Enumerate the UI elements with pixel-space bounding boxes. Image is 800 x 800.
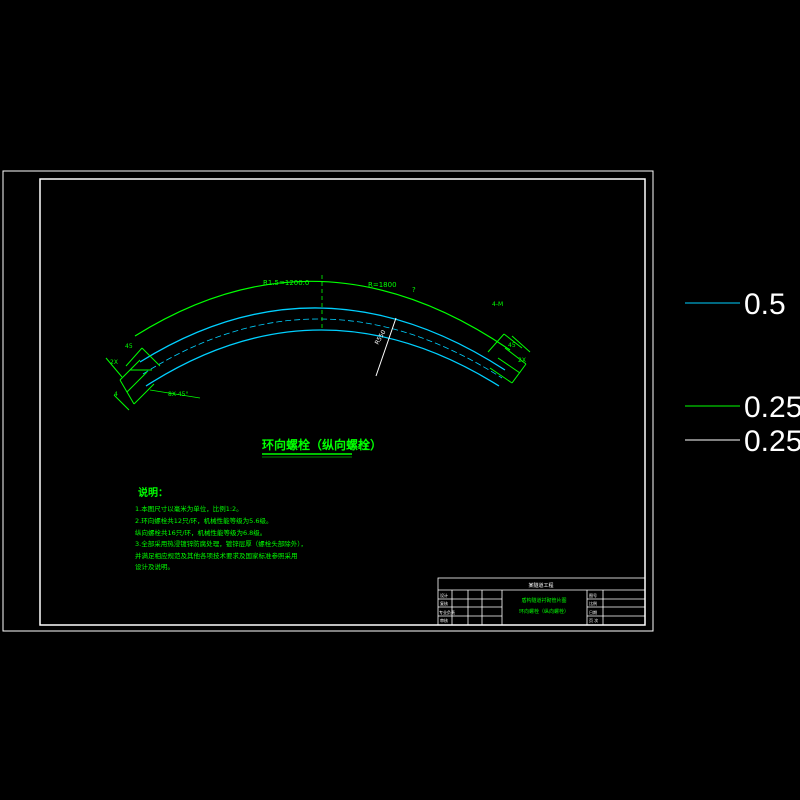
title-block-right-label-3: 日期 xyxy=(589,609,597,615)
title-block-drawing-title-2: 环向螺栓（纵向螺栓） xyxy=(519,608,569,615)
dim-top-left: R1.5=1200.0 xyxy=(263,279,309,287)
notes-line-6: 设计及说明。 xyxy=(135,562,174,571)
notes-block: 说明： 1.本图尺寸以毫米为单位，比例1:2。 2.环向螺栓共12只/环，机械性… xyxy=(135,486,307,571)
dim-right-mid: 2X xyxy=(518,357,526,364)
title-block-row-label-1: 设计 xyxy=(440,592,448,598)
dim-left-angle: 8X 45° xyxy=(168,391,188,398)
drawing-title-group: 环向螺栓（纵向螺栓） 1:2 xyxy=(262,437,382,458)
bolt-body-upper xyxy=(139,307,506,371)
title-block-row-label-3: 专业负责 xyxy=(439,609,455,615)
left-thread-end xyxy=(105,347,161,411)
title-block-texts: 某隧道工程 盾构隧道衬砌管片图 环向螺栓（纵向螺栓） 设计 复核 专业负责 审核… xyxy=(439,582,598,623)
notes-heading: 说明： xyxy=(138,486,168,499)
bolt-center-line xyxy=(142,318,503,379)
dim-left-45a: 45 xyxy=(125,343,133,350)
bolt-outer-arc xyxy=(134,280,511,351)
dim-left-end: 4 xyxy=(114,391,118,398)
cad-drawing-canvas: R1.5=1200.0 R=1800 ? 4-M 45 2X 4 8X 45° … xyxy=(2,170,800,632)
dim-right-mark: 4-M xyxy=(492,301,503,308)
bolt-body-lower xyxy=(145,329,500,387)
dim-left-mid: 2X xyxy=(110,359,118,366)
legend-label-0-25-white: 0.25 xyxy=(744,425,800,458)
line-weight-legend: 0.5 0.25 0.25 xyxy=(685,288,800,458)
title-block-project: 某隧道工程 xyxy=(528,582,553,589)
title-block-right-label-4: 页 次 xyxy=(589,617,598,623)
outer-frame xyxy=(2,170,654,632)
dim-top-right: R=1800 xyxy=(368,281,397,289)
notes-line-4: 3.全部采用热浸镀锌防腐处理，镀锌层厚（螺栓头部除外）， xyxy=(135,539,307,548)
drawing-scale: 1:2 xyxy=(357,443,368,451)
title-block-row-label-4: 审核 xyxy=(440,617,448,623)
title-block-row-label-2: 复核 xyxy=(440,600,448,606)
dim-top-q: ? xyxy=(412,286,416,294)
legend-label-0-5: 0.5 xyxy=(744,288,786,321)
notes-line-1: 1.本图尺寸以毫米为单位，比例1:2。 xyxy=(135,504,243,513)
inner-frame xyxy=(39,178,646,626)
notes-line-2: 2.环向螺栓共12只/环，机械性能等级为5.6级。 xyxy=(135,516,273,525)
notes-line-5: 并满足相应规范及其他各项技术要求及国家标准参照采用 xyxy=(135,551,298,560)
dimension-texts: R1.5=1200.0 R=1800 ? 4-M 45 2X 4 8X 45° … xyxy=(110,279,526,398)
title-block-drawing-title-1: 盾构隧道衬砌管片图 xyxy=(521,597,566,604)
dim-right-45: 45 xyxy=(508,342,516,349)
legend-label-0-25-green: 0.25 xyxy=(744,391,800,424)
notes-line-3: 纵向螺栓共16只/环，机械性能等级为6.8级。 xyxy=(135,528,266,537)
title-block-right-label-1: 图号 xyxy=(589,592,597,598)
curved-bolt-drawing xyxy=(105,275,531,411)
title-block-right-label-2: 比例 xyxy=(589,600,597,606)
